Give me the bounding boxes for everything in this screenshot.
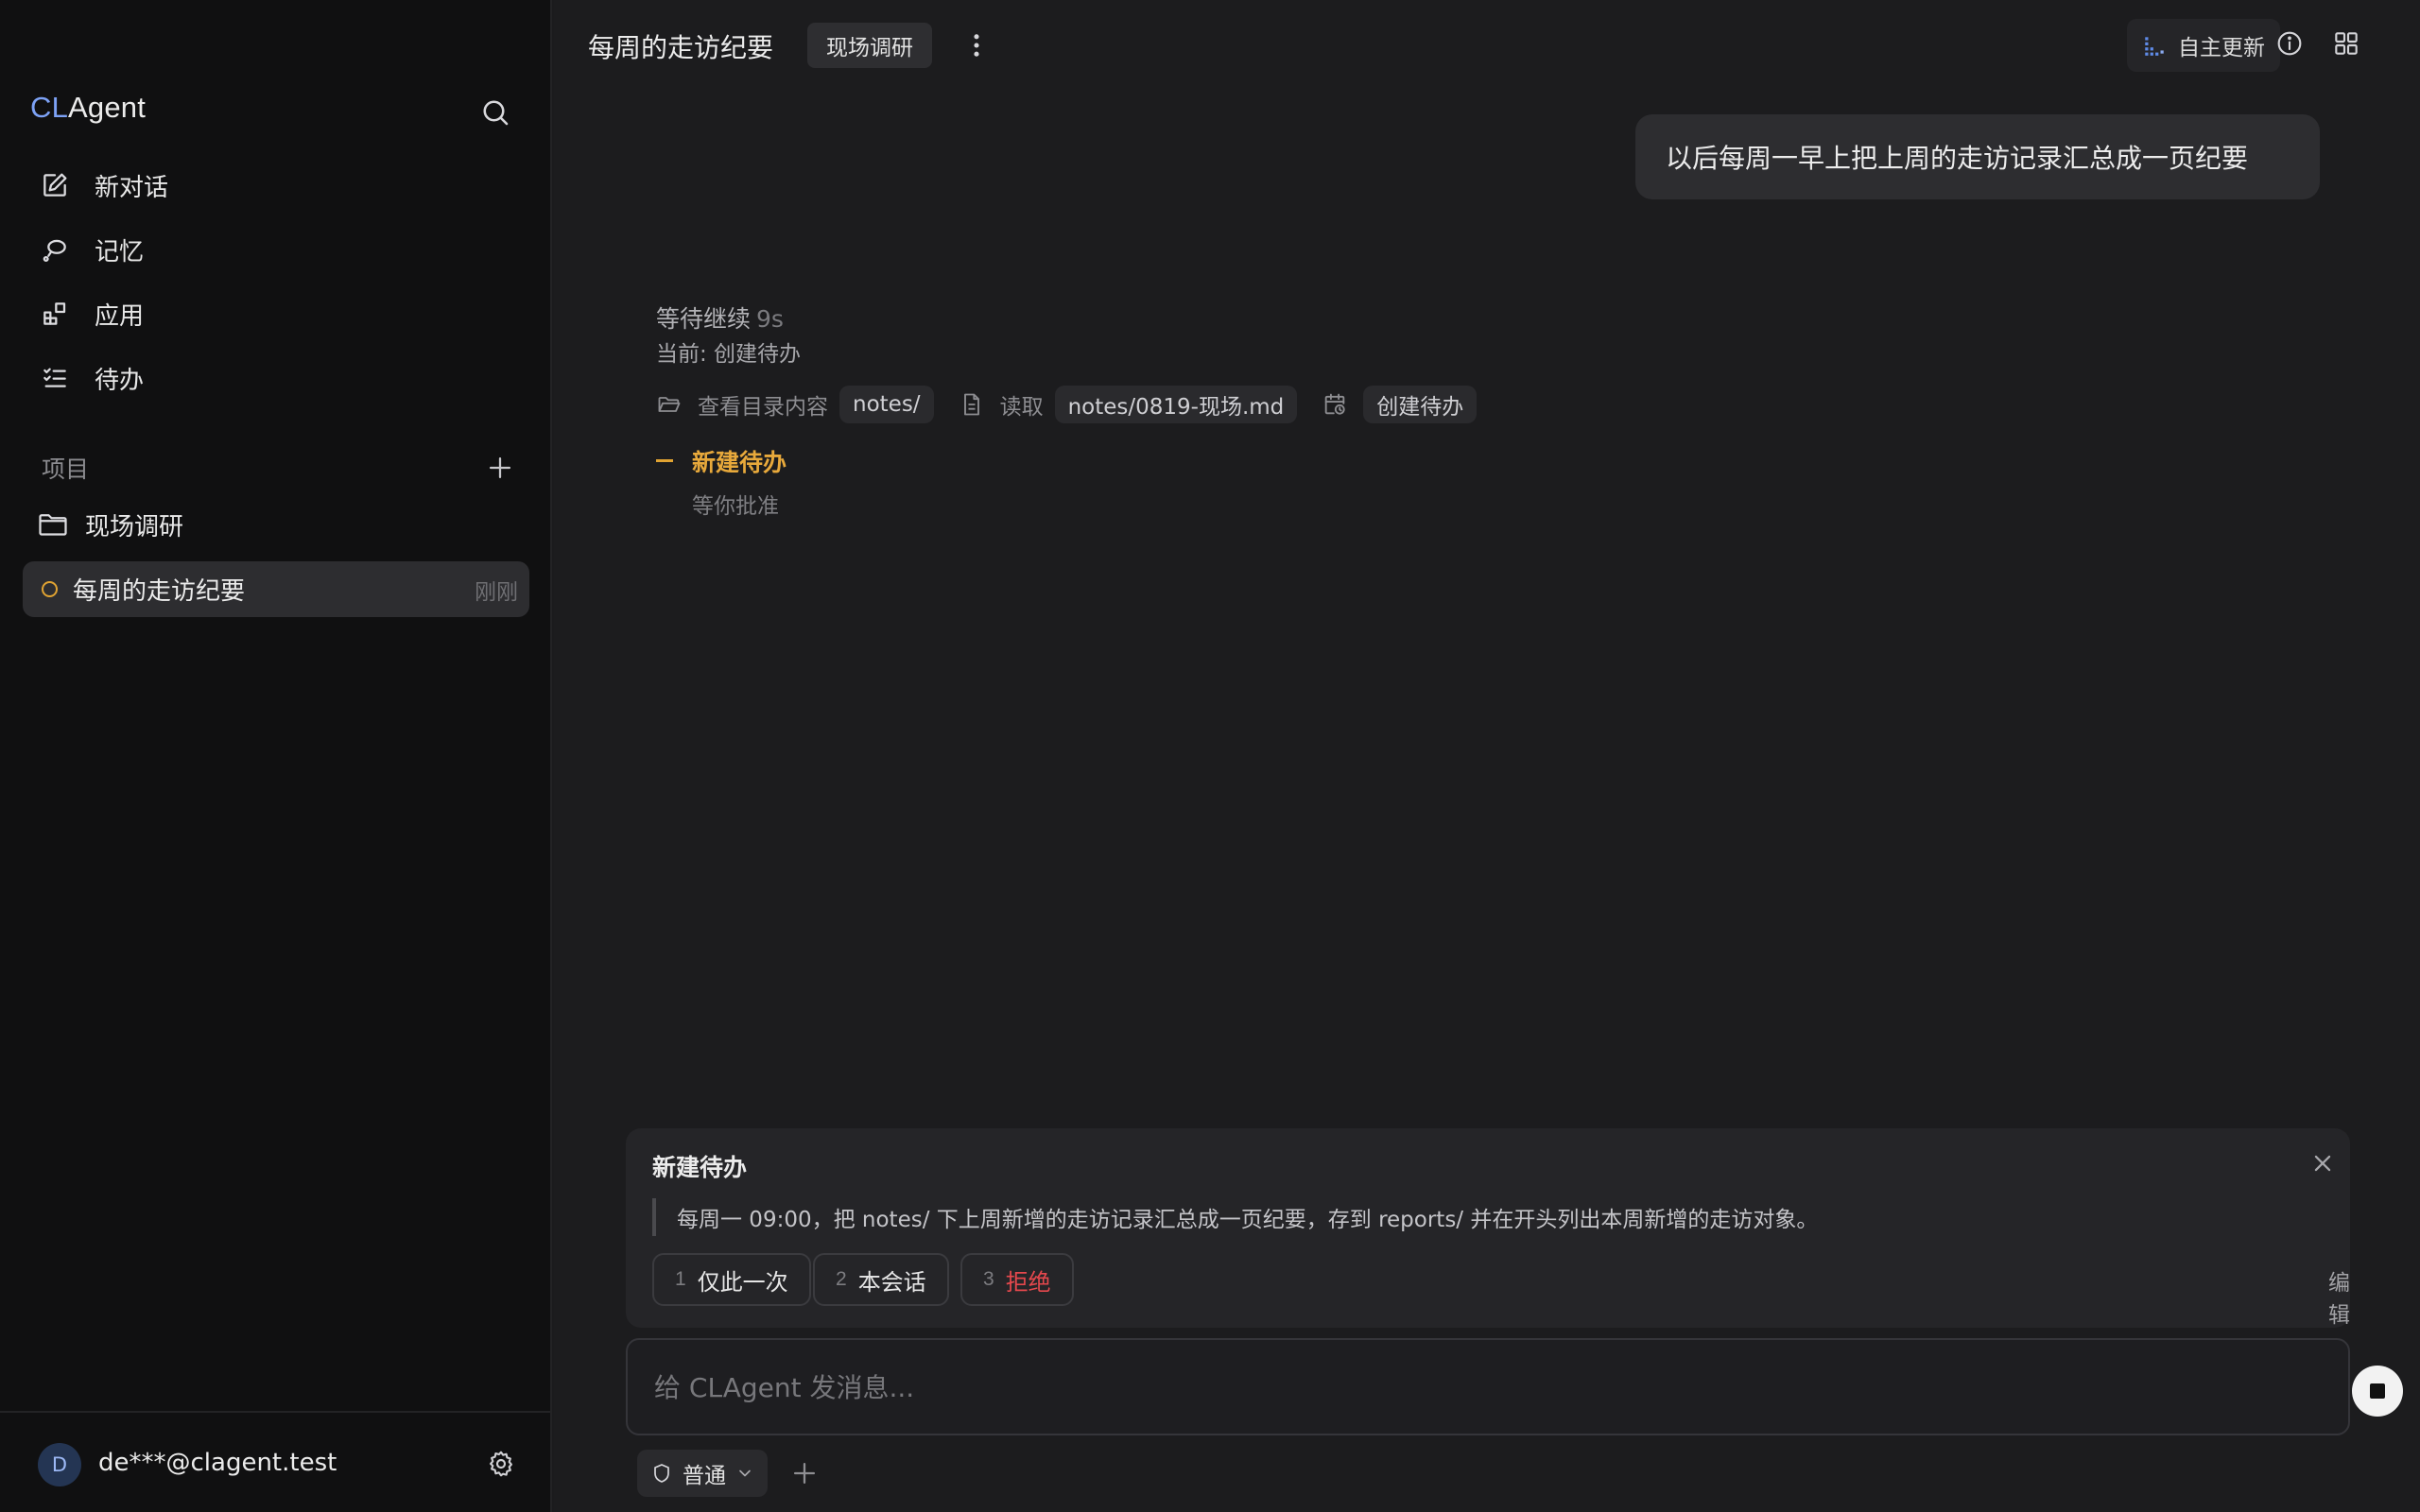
nav-new-chat[interactable]: 新对话 — [38, 158, 492, 213]
more-vertical-icon[interactable] — [960, 27, 993, 63]
mode-label: 普通 — [683, 1464, 726, 1488]
folder-open-icon — [656, 391, 683, 418]
avatar[interactable]: D — [38, 1443, 81, 1486]
step-chip[interactable]: notes/ — [839, 386, 934, 423]
info-icon[interactable] — [2274, 28, 2308, 62]
bar-chart-icon — [2142, 33, 2167, 58]
projects-section-label: 项目 — [42, 455, 90, 483]
shield-icon — [650, 1462, 673, 1485]
pending-dash-icon — [656, 459, 673, 462]
tool-steps: 查看目录内容 notes/ 读取 notes/0819-现场.md 创建待办 — [656, 384, 1501, 425]
search-icon[interactable] — [478, 95, 512, 129]
message-input[interactable] — [654, 1366, 2223, 1408]
step-chip[interactable]: notes/0819-现场.md — [1054, 386, 1298, 423]
gear-icon[interactable] — [486, 1449, 520, 1483]
nav-label: 新对话 — [95, 173, 169, 202]
mode-select[interactable]: 普通 — [637, 1450, 768, 1497]
approval-title: 新建待办 — [652, 1154, 748, 1181]
page-title: 每周的走访纪要 — [588, 32, 774, 63]
memory-icon — [38, 232, 72, 266]
option-label: 本会话 — [857, 1269, 926, 1296]
approve-once-button[interactable]: 1 仅此一次 — [652, 1253, 811, 1306]
step-label: 查看目录内容 — [698, 395, 828, 420]
edit-icon — [38, 168, 72, 202]
close-icon[interactable] — [2307, 1147, 2339, 1179]
reject-button[interactable]: 3 拒绝 — [960, 1253, 1074, 1306]
brand-prefix: CL — [30, 91, 69, 124]
auto-update-button[interactable]: 自主更新 — [2127, 19, 2280, 72]
pending-action: 新建待办 等你批准 — [656, 444, 786, 520]
chat-item-active[interactable]: 每周的走访纪要 刚刚 — [23, 561, 529, 617]
sidebar-footer: D de***@clagent.test — [0, 1411, 550, 1512]
plus-icon[interactable] — [788, 1457, 821, 1489]
project-item[interactable]: 现场调研 — [36, 503, 183, 546]
chat-title: 每周的走访纪要 — [73, 577, 246, 606]
nav-todo[interactable]: 待办 — [38, 351, 492, 405]
todo-list-icon — [38, 361, 72, 395]
message-composer — [626, 1338, 2403, 1435]
nav-label: 待办 — [95, 366, 145, 395]
folder-icon — [36, 507, 70, 541]
step-label: 读取 — [999, 395, 1044, 420]
nav-memory[interactable]: 记忆 — [38, 222, 492, 277]
edit-button[interactable]: 编辑 — [2328, 1264, 2350, 1329]
pending-title: 新建待办 — [692, 449, 787, 476]
auto-update-label: 自主更新 — [2178, 36, 2265, 60]
apps-icon — [38, 297, 72, 331]
user-message-bubble: 以后每周一早上把上周的走访记录汇总成一页纪要 — [1635, 114, 2320, 199]
add-project-icon[interactable] — [484, 452, 516, 484]
calendar-clock-icon — [1322, 391, 1348, 418]
elapsed-time: 9s — [756, 305, 784, 333]
option-number: 2 — [836, 1268, 847, 1290]
file-icon — [959, 391, 985, 418]
user-email[interactable]: de***@clagent.test — [98, 1449, 337, 1477]
nav-apps[interactable]: 应用 — [38, 286, 492, 341]
option-number: 3 — [983, 1268, 994, 1290]
pending-subtitle: 等你批准 — [692, 494, 779, 519]
nav-label: 应用 — [95, 301, 145, 331]
brand-logo[interactable]: CLAgent — [30, 91, 146, 125]
main-panel: 每周的走访纪要 现场调研 自主更新 以后每周一早上把上周的走访记录汇总成一页纪要… — [554, 0, 2420, 1512]
status-text: 等待继续 — [656, 305, 752, 333]
chat-time: 刚刚 — [475, 579, 518, 605]
status-dot-icon — [42, 581, 58, 597]
sidebar: CLAgent 新对话 记忆 应用 待办 项目 现场调研 每周的走访纪要 刚刚 … — [0, 0, 552, 1512]
step-chip[interactable]: 创建待办 — [1363, 386, 1478, 423]
approval-content: 每周一 09:00，把 notes/ 下上周新增的走访记录汇总成一页纪要，存到 … — [652, 1198, 1818, 1236]
agent-status: 等待继续 9s — [656, 301, 784, 335]
option-number: 1 — [675, 1268, 686, 1290]
chevron-down-icon — [735, 1464, 754, 1483]
nav-label: 记忆 — [95, 237, 145, 266]
approve-session-button[interactable]: 2 本会话 — [813, 1253, 949, 1306]
approval-card: 新建待办 每周一 09:00，把 notes/ 下上周新增的走访记录汇总成一页纪… — [626, 1128, 2350, 1328]
option-label: 仅此一次 — [697, 1269, 788, 1296]
current-step: 当前: 创建待办 — [656, 342, 802, 367]
brand-suffix: Agent — [68, 91, 147, 124]
layout-grid-icon[interactable] — [2331, 28, 2365, 62]
stop-button[interactable] — [2352, 1366, 2403, 1417]
option-label: 拒绝 — [1005, 1269, 1051, 1296]
stop-icon — [2370, 1383, 2385, 1399]
project-name: 现场调研 — [85, 512, 184, 541]
project-tag-button[interactable]: 现场调研 — [807, 23, 932, 68]
